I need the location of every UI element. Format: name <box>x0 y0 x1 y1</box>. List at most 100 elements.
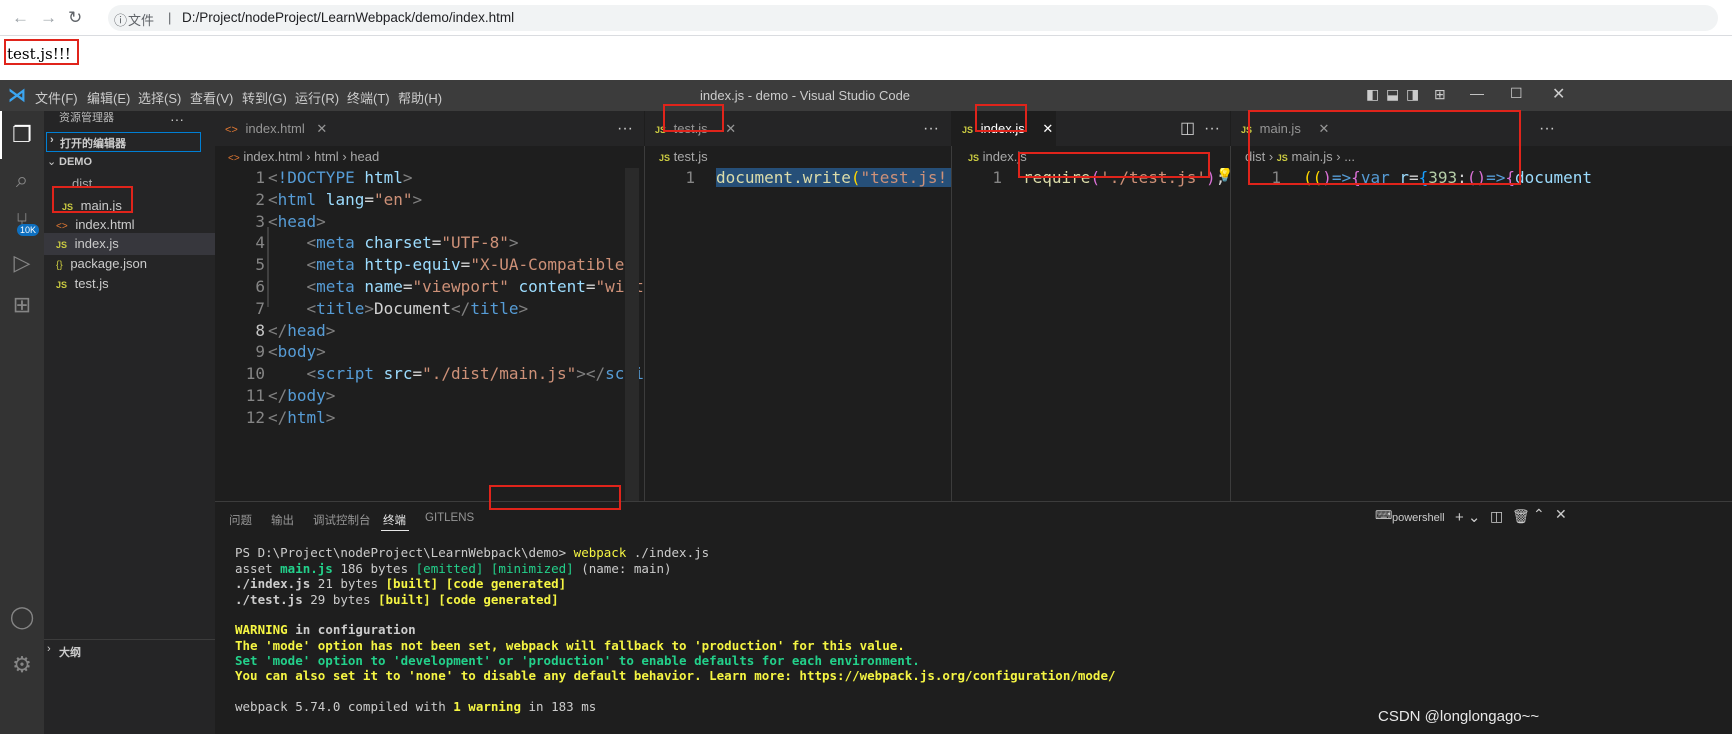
menu-run[interactable]: 运行(R) <box>295 88 339 107</box>
tab-output[interactable]: 输出 <box>271 512 294 528</box>
html-file-icon: <> <box>225 124 238 136</box>
minimize-icon[interactable]: — <box>1470 85 1484 101</box>
vscode-logo-icon: ⋊ <box>8 85 26 105</box>
close-tab-icon[interactable]: ✕ <box>316 121 327 136</box>
shell-name[interactable]: powershell <box>1392 512 1445 524</box>
tree-item-test-js[interactable]: JS test.js <box>56 273 109 295</box>
code-line: <meta http-equiv="X-UA-Compatible" conte… <box>306 255 644 275</box>
url-text[interactable]: D:/Project/nodeProject/LearnWebpack/demo… <box>182 10 514 25</box>
reload-icon[interactable]: ↻ <box>68 8 82 28</box>
line-number: 11 <box>245 386 265 405</box>
info-icon: ⓘ <box>114 13 128 28</box>
code-line: </head> <box>268 320 336 340</box>
highlight-box <box>663 104 724 132</box>
js-file-icon: JS <box>56 280 68 290</box>
code-line: <!DOCTYPE html> <box>268 168 413 187</box>
menu-file[interactable]: 文件(F) <box>35 88 78 107</box>
new-terminal-icon[interactable]: + ⌄ <box>1455 508 1481 526</box>
line-number: 7 <box>255 298 265 318</box>
tab-index-html[interactable]: <> index.html ✕ <box>215 111 343 146</box>
address-bar[interactable]: ⓘ 文件 | D:/Project/nodeProject/LearnWebpa… <box>108 5 1718 31</box>
account-icon[interactable]: ◯ <box>8 603 36 631</box>
editor-test-js[interactable]: 1 document.write("test.js!!! <box>645 168 951 501</box>
menu-goto[interactable]: 转到(G) <box>242 88 287 107</box>
close-panel-icon[interactable]: ✕ <box>1555 506 1567 523</box>
trash-icon[interactable]: 🗑 <box>1512 508 1530 525</box>
activity-bar: ❐ ⌕ ⑂ 10K ▷ ⊞ ◯ ⚙ <box>0 111 44 734</box>
sidebar-title: 资源管理器 <box>59 112 114 124</box>
js-file-icon: JS <box>56 240 68 250</box>
tree-item-package-json[interactable]: {} package.json <box>56 253 147 275</box>
editor-main-js[interactable]: 1 (()=>{var r={393:()=>{document <box>1231 168 1732 501</box>
js-file-icon: JS <box>962 125 974 135</box>
line-number: 5 <box>255 255 265 275</box>
editor-index-html[interactable]: 1 2 3 4 5 6 7 8 9 10 11 12 <!DOCTYPE html> <html lan… <box>215 168 644 501</box>
layout-sidebar-icon[interactable]: ◧ <box>1366 86 1379 103</box>
editor-index-js[interactable]: 1 require('./test.js'); 💡 <box>952 168 1230 501</box>
maximize-icon[interactable]: ☐ <box>1510 85 1523 102</box>
workspace-root[interactable]: DEMO <box>59 156 92 168</box>
code-line: document.write("test.js!!! <box>716 168 951 187</box>
more-actions-icon[interactable]: ··· <box>923 111 939 146</box>
line-number: 4 <box>255 233 265 253</box>
close-tab-icon[interactable]: ✕ <box>1042 121 1053 136</box>
search-icon[interactable]: ⌕ <box>8 166 36 194</box>
customize-layout-icon[interactable]: ⊞ <box>1434 86 1446 103</box>
code-line: <html lang="en"> <box>268 189 423 209</box>
code-line: <meta name="viewport" content="width=dev… <box>306 277 644 296</box>
highlight-box <box>975 104 1027 132</box>
forward-icon[interactable]: → <box>40 8 57 28</box>
line-number: 6 <box>255 277 265 296</box>
split-editor-icon[interactable]: ◫ <box>1180 111 1195 146</box>
open-editors-section[interactable]: › 打开的编辑器 <box>46 132 201 152</box>
menu-help[interactable]: 帮助(H) <box>398 88 442 107</box>
line-number: 12 <box>245 407 265 427</box>
layout-panel-icon[interactable]: ⬓ <box>1386 86 1399 103</box>
lightbulb-icon[interactable]: 💡 <box>1216 168 1230 183</box>
back-icon[interactable]: ← <box>12 8 29 28</box>
address-prefix: 文件 <box>128 13 155 28</box>
menu-selection[interactable]: 选择(S) <box>138 88 181 107</box>
terminal-icon: ⌨ <box>1375 508 1393 522</box>
breadcrumb: JS test.js <box>659 149 708 164</box>
html-file-icon: <> <box>56 221 68 232</box>
outline-section[interactable]: 大纲 <box>59 644 81 660</box>
menu-edit[interactable]: 编辑(E) <box>87 88 130 107</box>
editor-group-1-tabs: <> index.html ✕ ··· <box>215 111 644 146</box>
bottom-panel: 问题 输出 调试控制台 终端 GITLENS ⌨ powershell + ⌄ … <box>215 501 1732 734</box>
tree-item-index-js[interactable]: JS index.js <box>44 233 215 255</box>
line-number: 8 <box>255 320 265 340</box>
tab-gitlens[interactable]: GITLENS <box>425 512 474 524</box>
highlight-box <box>1248 110 1521 185</box>
page-content: test.js!!! <box>0 36 1732 80</box>
more-actions-icon[interactable]: ··· <box>1539 111 1555 146</box>
close-tab-icon[interactable]: ✕ <box>725 121 736 136</box>
tab-debug-console[interactable]: 调试控制台 <box>313 512 371 528</box>
settings-gear-icon[interactable]: ⚙ <box>8 651 36 679</box>
line-number: 3 <box>255 211 265 231</box>
more-actions-icon[interactable]: ··· <box>1204 111 1220 146</box>
tab-terminal[interactable]: 终端 <box>383 512 406 528</box>
explorer-icon[interactable]: ❐ <box>8 121 36 149</box>
extensions-icon[interactable]: ⊞ <box>8 291 36 319</box>
line-number: 1 <box>255 168 265 187</box>
highlight-box <box>52 186 133 213</box>
more-actions-icon[interactable]: ··· <box>170 111 184 127</box>
code-line: </html> <box>268 407 336 427</box>
close-window-icon[interactable]: ✕ <box>1552 84 1565 104</box>
split-terminal-icon[interactable]: ◫ <box>1490 508 1503 525</box>
line-number: 10 <box>245 364 265 384</box>
line-number: 9 <box>255 342 265 362</box>
code-line: <body> <box>268 342 326 362</box>
tab-problems[interactable]: 问题 <box>229 512 252 528</box>
code-line: <meta charset="UTF-8"> <box>306 233 519 253</box>
run-debug-icon[interactable]: ▷ <box>8 249 36 277</box>
menu-terminal[interactable]: 终端(T) <box>347 88 390 107</box>
vscode-titlebar: ⋊ 文件(F) 编辑(E) 选择(S) 查看(V) 转到(G) 运行(R) 终端… <box>0 80 1732 111</box>
maximize-panel-icon[interactable]: ⌃ <box>1533 506 1545 523</box>
browser-toolbar: ← → ↻ ⓘ 文件 | D:/Project/nodeProject/Lear… <box>0 0 1732 36</box>
layout-secondary-icon[interactable]: ◨ <box>1406 86 1419 103</box>
more-actions-icon[interactable]: ··· <box>617 111 633 146</box>
code-line: </body> <box>268 386 336 405</box>
menu-view[interactable]: 查看(V) <box>190 88 233 107</box>
